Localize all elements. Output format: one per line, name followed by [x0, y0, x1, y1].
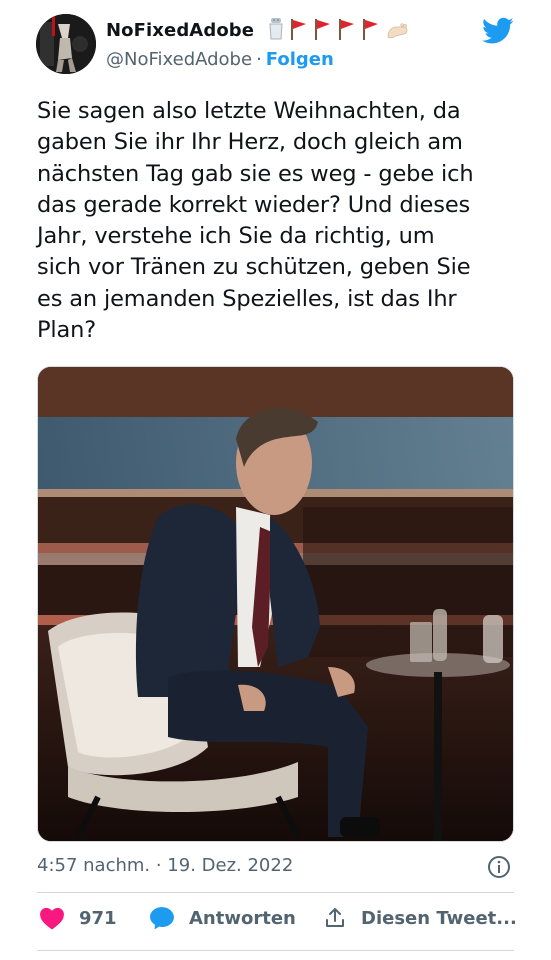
tweet-text-line: Plan? [37, 317, 97, 344]
foot-icon [387, 23, 408, 39]
share-icon [326, 908, 344, 927]
red-flag-icon [315, 19, 330, 40]
twitter-bird-icon[interactable] [482, 17, 514, 45]
tweet-text-line: das gerade korrekt wieder? Und dieses [37, 191, 471, 218]
follow-button[interactable]: Folgen [266, 49, 334, 70]
info-icon[interactable] [487, 855, 511, 879]
author-handle[interactable]: @NoFixedAdobe [106, 49, 252, 70]
divider [37, 892, 514, 893]
share-label: Diesen Tweet... [361, 907, 517, 929]
tweet-text-line: Jahr, verstehe ich Sie da richtig, um [37, 223, 435, 250]
tweet-text: Sie sagen also letzte Weihnachten, da ga… [37, 96, 527, 346]
tweet-header: NoFixedAdobe @NoFixedAdobe · Folgen [0, 0, 551, 90]
like-count: 971 [79, 907, 117, 929]
salt-shaker-icon [269, 18, 283, 40]
author-avatar[interactable] [36, 14, 96, 74]
author-display-name[interactable]: NoFixedAdobe [106, 20, 254, 41]
like-button[interactable]: 971 [39, 906, 117, 930]
tweet-text-line: es an jemanden Spezielles, ist das Ihr [37, 285, 457, 312]
tweet-text-line: sich vor Tränen zu schützen, geben Sie [37, 254, 471, 281]
red-flag-icon [363, 19, 378, 40]
share-button[interactable]: Diesen Tweet... [323, 906, 517, 930]
divider [37, 950, 514, 951]
reply-label: Antworten [189, 907, 296, 929]
name-emoji-row [268, 17, 410, 41]
author-handle-line: @NoFixedAdobe · Folgen [106, 49, 334, 70]
avatar-image [36, 14, 96, 74]
tweet-timestamp[interactable]: 4:57 nachm. · 19. Dez. 2022 [37, 855, 293, 876]
red-flag-icon [291, 19, 306, 40]
reply-bubble-icon [150, 907, 174, 930]
tweet-text-line: gaben Sie ihr Ihr Herz, doch gleich am [37, 129, 463, 156]
media-scene [38, 367, 513, 841]
tweet-media-image[interactable] [37, 366, 514, 842]
tweet-actions: 971 Antworten Diesen Tweet... [37, 906, 517, 940]
heart-icon [40, 907, 64, 930]
red-flag-icon [339, 19, 354, 40]
separator-dot: · [256, 49, 262, 70]
tweet-text-line: nächsten Tag gab sie es weg - gebe ich [37, 160, 474, 187]
reply-button[interactable]: Antworten [149, 906, 296, 930]
tweet-text-line: Sie sagen also letzte Weihnachten, da [37, 98, 461, 124]
